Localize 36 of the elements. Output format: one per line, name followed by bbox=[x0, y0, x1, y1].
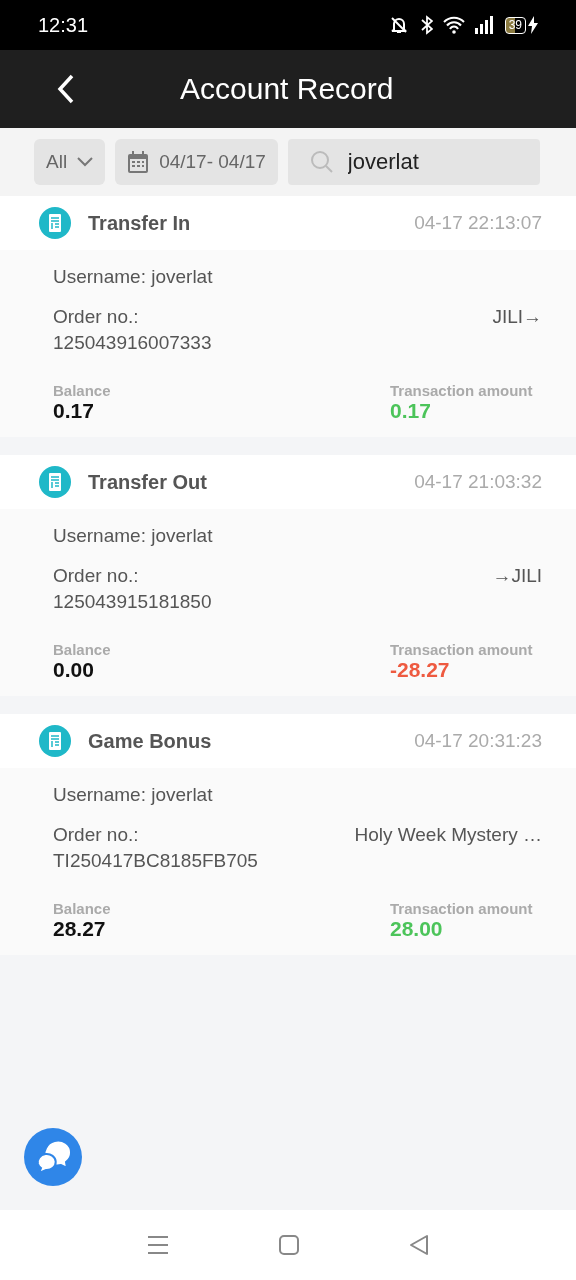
transfer-target: Holy Week Mystery … bbox=[354, 823, 542, 847]
order-number: 125043915181850 bbox=[53, 590, 212, 614]
username-text: Username: joverlat bbox=[53, 783, 214, 807]
order-label: Order no.: bbox=[53, 305, 140, 329]
balance-label: Balance bbox=[53, 641, 111, 658]
balance-value: 28.27 bbox=[53, 917, 107, 941]
balance-label: Balance bbox=[53, 900, 111, 917]
transfer-target: →JILI bbox=[492, 564, 542, 588]
amount-value: -28.27 bbox=[390, 658, 451, 682]
record-time: 04-17 20:31:23 bbox=[414, 730, 542, 752]
battery-level: 39 bbox=[504, 16, 526, 34]
record-title: Game Bonus bbox=[88, 729, 213, 753]
balance-value: 0.17 bbox=[53, 399, 95, 423]
type-dropdown[interactable]: All bbox=[34, 139, 106, 185]
order-number: 125043916007333 bbox=[53, 331, 212, 355]
username-text: Username: joverlat bbox=[53, 265, 214, 289]
amount-value: 28.00 bbox=[390, 917, 444, 941]
amount-label: Transaction amount bbox=[390, 900, 534, 917]
amount-label: Transaction amount bbox=[390, 382, 534, 399]
amount-label: Transaction amount bbox=[390, 641, 534, 658]
date-range-button[interactable]: 04/17- 04/17 bbox=[115, 139, 278, 185]
order-label: Order no.: bbox=[53, 823, 140, 847]
record-time: 04-17 21:03:32 bbox=[414, 471, 542, 493]
order-label: Order no.: bbox=[53, 564, 140, 588]
balance-value: 0.00 bbox=[53, 658, 95, 682]
page-title: Account Record bbox=[180, 72, 394, 106]
record-title: Transfer In bbox=[88, 211, 192, 235]
status-time: 12:31 bbox=[38, 13, 89, 37]
transfer-target: JILI→ bbox=[492, 305, 542, 329]
search-field[interactable]: joverlat bbox=[287, 139, 540, 185]
username-text: Username: joverlat bbox=[53, 524, 214, 548]
record-time: 04-17 22:13:07 bbox=[414, 212, 542, 234]
order-number: TI250417BC8185FB705 bbox=[53, 849, 258, 873]
record-title: Transfer Out bbox=[88, 470, 208, 494]
balance-label: Balance bbox=[53, 382, 111, 399]
amount-value: 0.17 bbox=[390, 399, 432, 423]
